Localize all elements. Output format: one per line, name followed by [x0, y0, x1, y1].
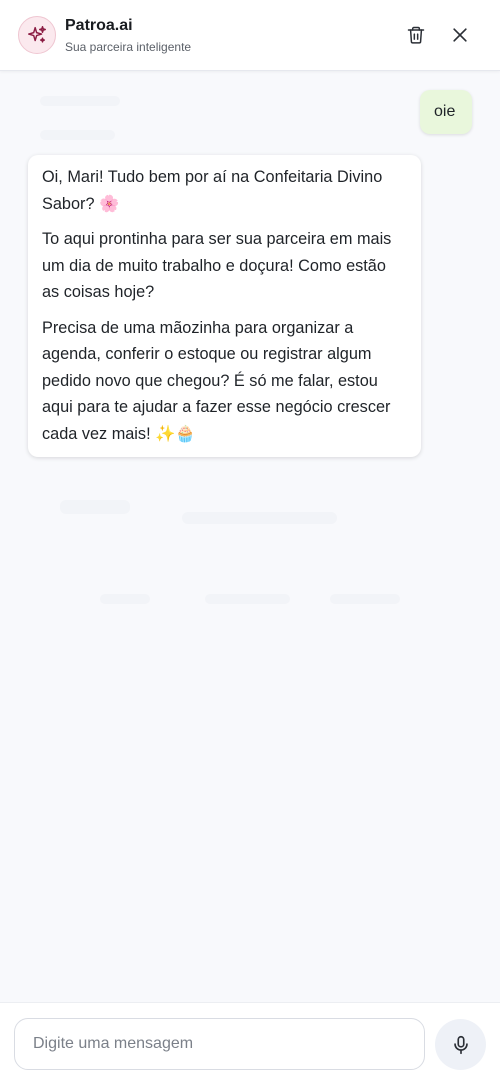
- chat-header: Patroa.ai Sua parceira inteligente: [0, 0, 500, 71]
- clear-chat-button[interactable]: [401, 20, 431, 50]
- background-placeholder: [40, 96, 120, 106]
- app-title: Patroa.ai: [65, 17, 133, 34]
- background-placeholder: [60, 500, 130, 514]
- assistant-message: Oi, Mari! Tudo bem por aí na Confeitaria…: [28, 155, 421, 457]
- background-placeholder: [100, 594, 150, 604]
- sparkles-icon: [18, 16, 56, 54]
- chat-app: Patroa.ai Sua parceira inteligente oie O…: [0, 0, 500, 1084]
- chat-messages[interactable]: oie Oi, Mari! Tudo bem por aí na Confeit…: [0, 72, 500, 1002]
- assistant-paragraph: To aqui prontinha para ser sua parceira …: [42, 230, 392, 301]
- background-placeholder: [182, 512, 337, 524]
- close-button[interactable]: [445, 20, 475, 50]
- microphone-icon: [453, 1035, 468, 1054]
- assistant-paragraph: Oi, Mari! Tudo bem por aí na Confeitaria…: [42, 168, 383, 213]
- user-message: oie: [420, 90, 472, 134]
- message-input[interactable]: [14, 1018, 425, 1070]
- app-subtitle: Sua parceira inteligente: [65, 40, 192, 54]
- background-placeholder: [330, 594, 400, 604]
- trash-icon: [407, 26, 425, 44]
- close-icon: [453, 28, 467, 42]
- assistant-paragraph: Precisa de uma mãozinha para organizar a…: [42, 318, 391, 443]
- background-placeholder: [205, 594, 290, 604]
- background-placeholder: [40, 130, 115, 140]
- composer-bar: [0, 1002, 500, 1084]
- voice-input-button[interactable]: [435, 1019, 486, 1070]
